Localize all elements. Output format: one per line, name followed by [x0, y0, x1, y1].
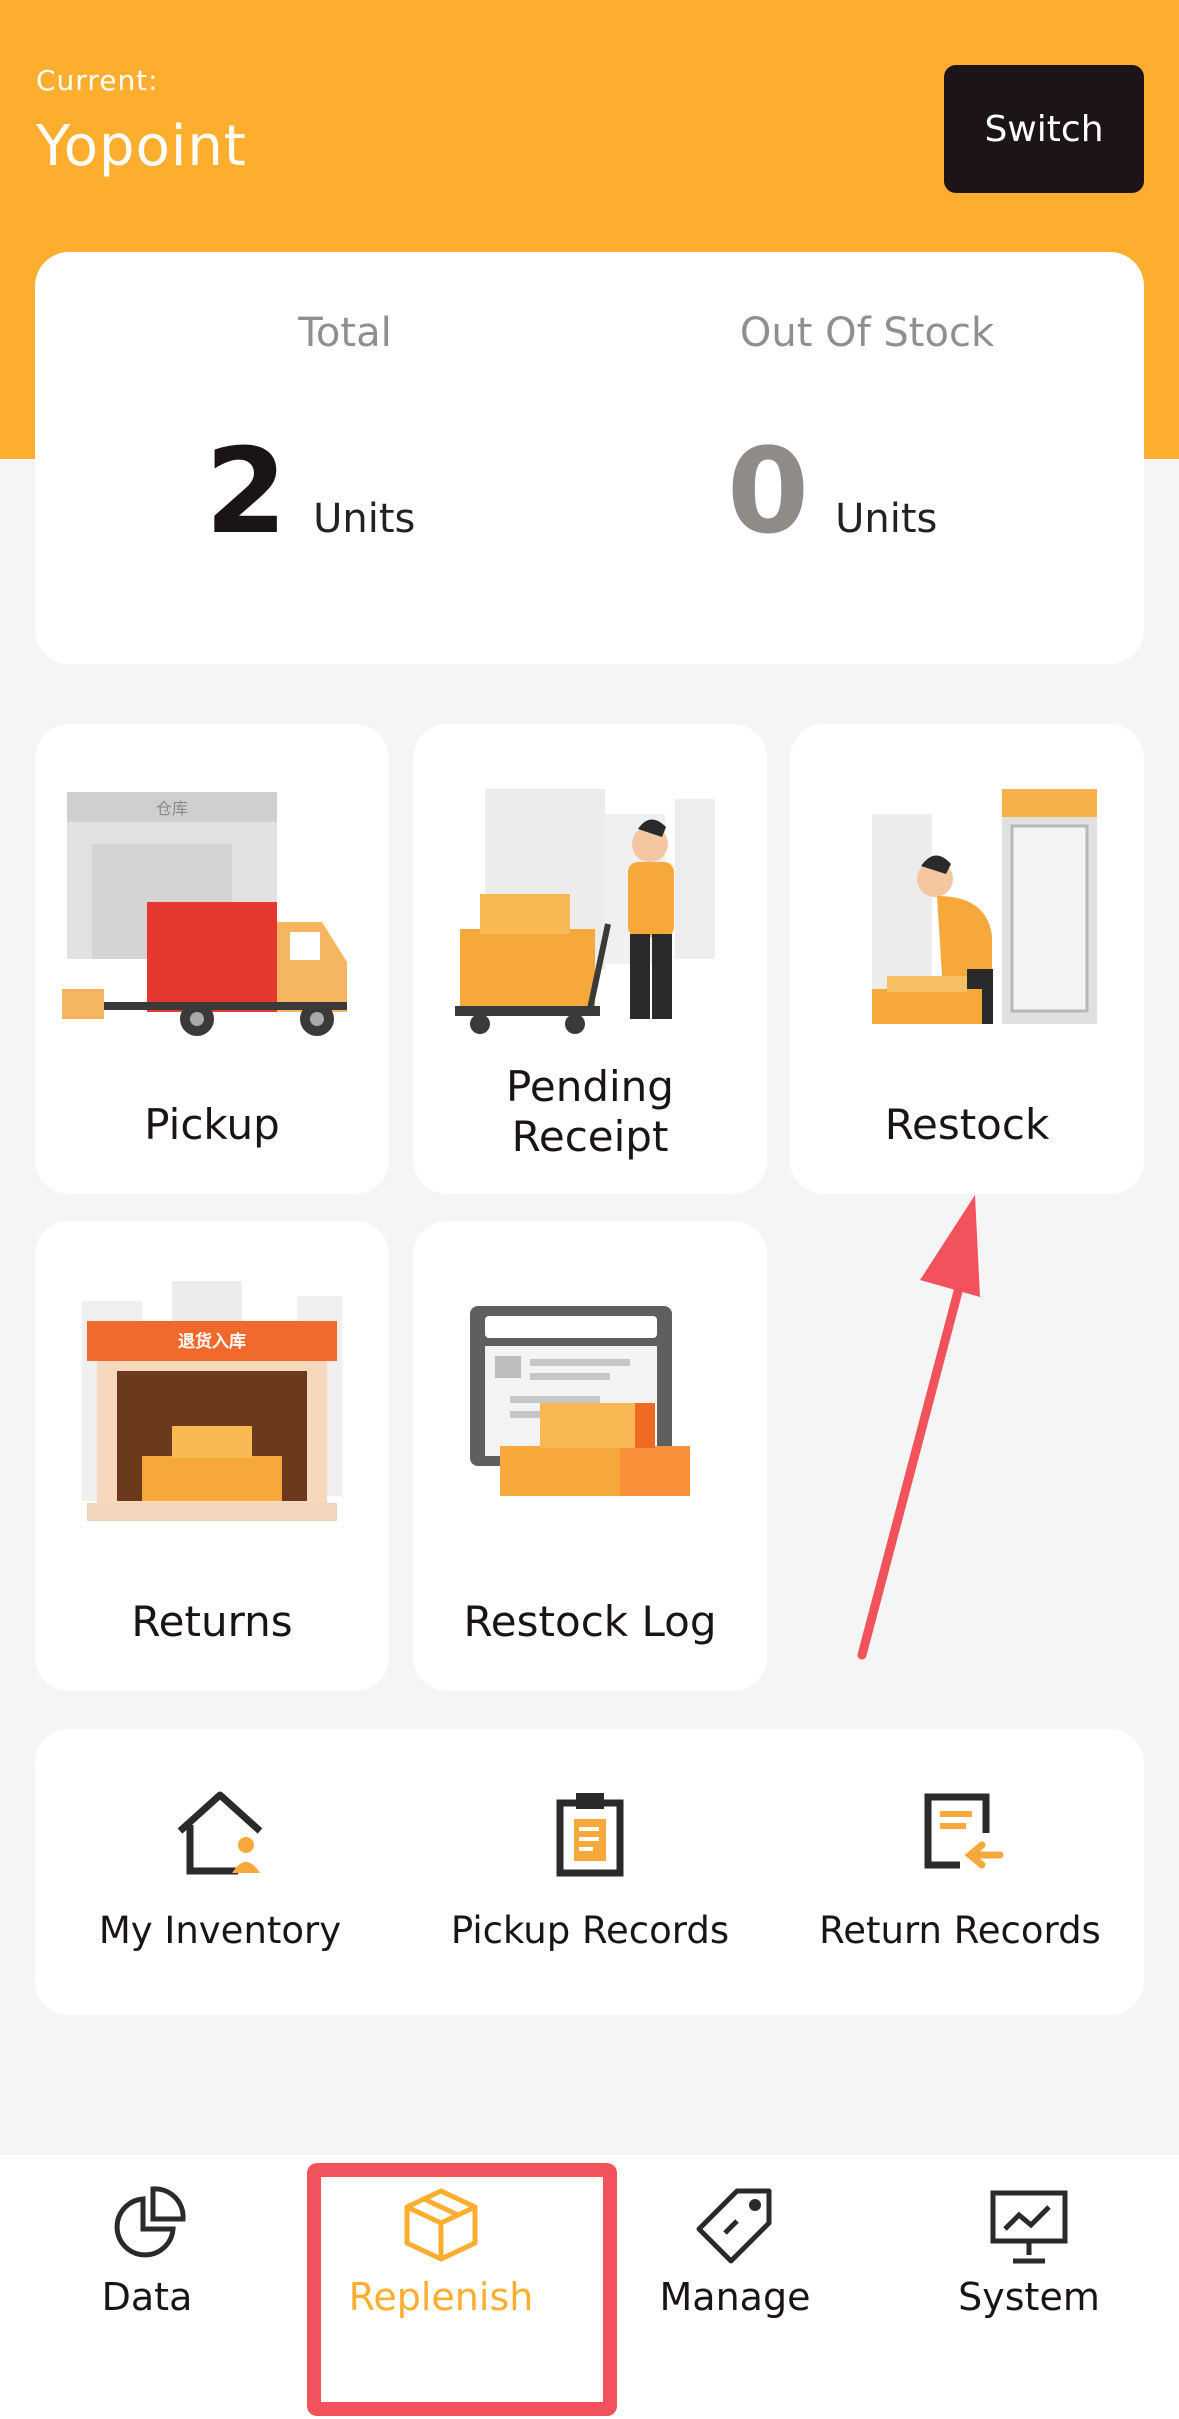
returns-warehouse-illustration: 退货入库 [82, 1281, 342, 1521]
tag-icon [696, 2188, 772, 2264]
return-records-label: Return Records [819, 1909, 1101, 1952]
return-document-icon [924, 1793, 1004, 1869]
pie-chart-icon [114, 2186, 186, 2258]
returns-sign: 退货入库 [178, 1331, 246, 1352]
restock-label: Restock [884, 1100, 1050, 1149]
person-restocking-fridge-illustration [872, 789, 1097, 1024]
total-label: Total [298, 310, 392, 356]
total-value-group: 2 Units [205, 432, 415, 550]
store-name: Yopoint [36, 114, 247, 179]
total-unit: Units [313, 496, 416, 542]
warehouse-sign: 仓库 [156, 799, 188, 818]
pending-receipt-label: Pending Receipt [506, 1062, 674, 1161]
clipboard-icon [556, 1793, 624, 1877]
pickup-label: Pickup [144, 1100, 280, 1149]
total-value: 2 [205, 422, 288, 560]
switch-button[interactable]: Switch [944, 65, 1144, 193]
tab-manage[interactable]: Manage [588, 2155, 882, 2419]
house-person-icon [177, 1791, 263, 1875]
restock-log-label: Restock Log [463, 1597, 717, 1646]
pickup-tile[interactable]: 仓库 Pickup [35, 724, 389, 1194]
restock-log-document-illustration [470, 1306, 690, 1496]
return-records-shortcut[interactable]: Return Records [775, 1729, 1145, 2015]
pickup-records-label: Pickup Records [450, 1909, 730, 1952]
truck-warehouse-illustration: 仓库 [62, 792, 347, 1036]
highlight-annotation [307, 2163, 617, 2416]
tab-data-label: Data [101, 2275, 193, 2319]
person-pushing-cart-illustration [455, 789, 715, 1034]
restock-log-tile[interactable]: Restock Log [413, 1221, 767, 1691]
my-inventory-shortcut[interactable]: My Inventory [35, 1729, 405, 2015]
out-of-stock-unit: Units [835, 496, 938, 542]
out-of-stock-value-group: 0 Units [727, 432, 937, 550]
out-of-stock-label: Out Of Stock [739, 310, 995, 356]
returns-label: Returns [131, 1597, 293, 1646]
tab-manage-label: Manage [659, 2275, 811, 2319]
pickup-records-shortcut[interactable]: Pickup Records [405, 1729, 775, 2015]
restock-tile[interactable]: Restock [790, 724, 1144, 1194]
my-inventory-label: My Inventory [98, 1909, 342, 1952]
returns-tile[interactable]: 退货入库 Returns [35, 1221, 389, 1691]
presentation-board-icon [990, 2190, 1068, 2264]
shortcut-card: My Inventory Pickup Records Return Recor… [35, 1729, 1144, 2015]
tab-system-label: System [958, 2275, 1100, 2319]
out-of-stock-value: 0 [727, 422, 810, 560]
stats-card: Total Out Of Stock 2 Units 0 Units [35, 252, 1144, 664]
tab-data[interactable]: Data [0, 2155, 294, 2419]
current-label: Current: [36, 64, 159, 97]
pending-receipt-tile[interactable]: Pending Receipt [413, 724, 767, 1194]
annotation-arrow [857, 1195, 980, 1660]
tab-system[interactable]: System [882, 2155, 1176, 2419]
